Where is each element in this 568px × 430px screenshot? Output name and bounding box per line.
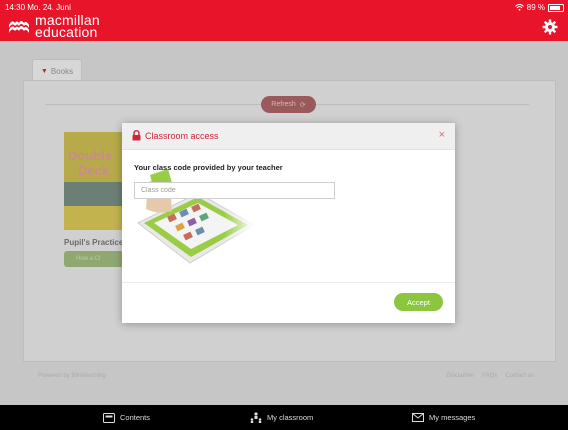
- status-indicators: 89 %: [514, 3, 564, 12]
- refresh-label: Refresh: [271, 101, 296, 108]
- nav-my-classroom[interactable]: My classroom: [250, 405, 313, 430]
- footer-link-contact[interactable]: Contact us: [505, 373, 534, 379]
- tab-books-label: Books: [50, 66, 74, 76]
- caret-down-icon: ▼: [40, 67, 48, 75]
- book-cover-stripe: [64, 182, 124, 206]
- book-cover-line-1: Double: [68, 148, 113, 163]
- nav-contents[interactable]: Contents: [103, 405, 150, 430]
- macmillan-logo-icon: [9, 21, 29, 33]
- envelope-icon: [412, 413, 424, 422]
- nav-my-classroom-label: My classroom: [267, 413, 314, 422]
- book-icon: [103, 412, 115, 423]
- class-code-label: Your class code provided by your teacher: [134, 163, 283, 172]
- battery-icon: [548, 3, 564, 12]
- book-title: Pupil's Practice: [64, 238, 124, 247]
- macmillan-logo: macmillan education: [8, 13, 100, 40]
- status-clock: 14:30: [5, 3, 26, 12]
- status-time: 14:30 Mo. 24. Juni: [5, 3, 71, 12]
- status-date: Mo. 24. Juni: [27, 3, 71, 12]
- footer-links: Disclaimer FAQs Contact us: [446, 373, 534, 379]
- nav-my-messages[interactable]: My messages: [412, 405, 475, 430]
- nav-contents-label: Contents: [120, 413, 151, 422]
- footer-link-faqs[interactable]: FAQs: [482, 373, 497, 379]
- nav-my-messages-label: My messages: [429, 413, 476, 422]
- class-code-input[interactable]: [134, 182, 335, 199]
- book-cover-stripe: [64, 206, 124, 230]
- gear-icon[interactable]: [542, 19, 558, 35]
- refresh-button[interactable]: Refresh ⟳: [261, 96, 316, 113]
- lock-icon: [132, 130, 141, 141]
- footer-link-disclaimer[interactable]: Disclaimer: [446, 373, 474, 379]
- modal-footer-divider: [122, 282, 455, 283]
- refresh-icon: ⟳: [299, 101, 306, 109]
- battery-percent: 89 %: [526, 3, 545, 12]
- brand-line-2: education: [35, 24, 98, 40]
- tab-books[interactable]: ▼ Books: [32, 59, 82, 82]
- modal-header: Classroom access ×: [122, 123, 455, 150]
- classroom-access-modal: Classroom access × Your class code provi…: [122, 123, 455, 323]
- book-cover-line-2: Deck: [78, 163, 110, 178]
- book-cover-image[interactable]: Double Deck: [64, 132, 124, 230]
- accept-button[interactable]: Accept: [394, 293, 443, 311]
- modal-title: Classroom access: [145, 131, 219, 141]
- wifi-icon: [514, 4, 524, 11]
- footer-powered-by: Powered by Blinklearning: [38, 373, 106, 379]
- brand-text: macmillan education: [35, 13, 100, 40]
- book-open-button[interactable]: How a Cl: [64, 251, 124, 267]
- classroom-icon: [250, 412, 262, 423]
- close-icon[interactable]: ×: [439, 129, 445, 141]
